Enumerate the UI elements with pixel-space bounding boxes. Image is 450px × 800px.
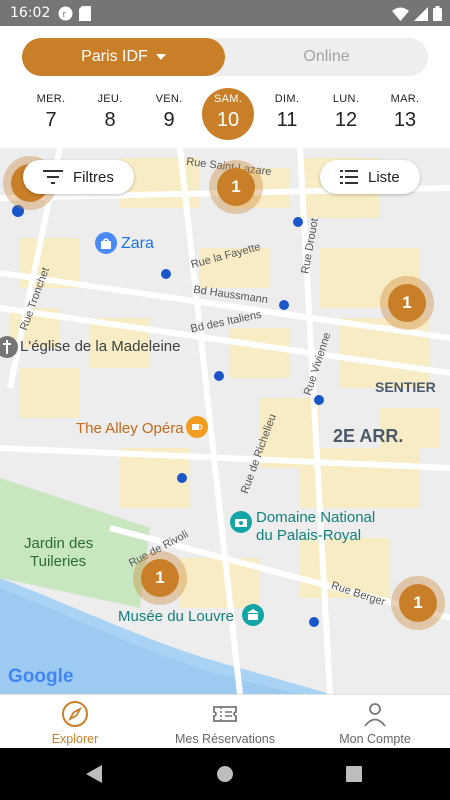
area-sentier: SENTIER: [375, 379, 436, 395]
place-louvre[interactable]: Musée du Louvre: [118, 608, 234, 625]
cluster-count: 1: [141, 559, 179, 597]
nav-explorer[interactable]: Explorer: [0, 695, 150, 749]
place-tuileries-line2[interactable]: Tuileries: [30, 553, 86, 570]
museum-icon[interactable]: [242, 604, 264, 626]
day-date: 11: [276, 109, 298, 131]
header: Paris IDF Online MER. 7 JEU. 8 VEN. 9 SAM. 1…: [0, 26, 450, 148]
day-weekday: MER.: [36, 93, 66, 105]
filter-icon: [43, 170, 63, 184]
filters-label: Filtres: [73, 168, 114, 186]
nav-account[interactable]: Mon Compte: [300, 695, 450, 749]
day-mon[interactable]: LUN. 12: [320, 88, 372, 140]
home-icon[interactable]: [216, 765, 234, 783]
app-notification-icon: r: [58, 6, 73, 21]
nav-label: Mes Réservations: [174, 732, 276, 746]
back-icon[interactable]: [86, 765, 102, 783]
nav-label: Explorer: [51, 732, 99, 746]
list-button[interactable]: Liste: [320, 160, 420, 194]
day-date: 13: [393, 109, 417, 131]
region-paris-label: Paris IDF: [81, 48, 148, 65]
day-date: 9: [163, 109, 175, 131]
event-cluster-marker[interactable]: 1: [133, 551, 187, 605]
day-date: 8: [104, 109, 116, 131]
day-weekday: MAR.: [390, 93, 420, 105]
cluster-count: 1: [217, 168, 255, 206]
place-tuileries-line1[interactable]: Jardin des: [24, 535, 93, 552]
date-selector: MER. 7 JEU. 8 VEN. 9 SAM. 10 DIM. 11 LUN. 12 M…: [22, 88, 428, 144]
place-alley-opera[interactable]: The Alley Opéra: [76, 420, 184, 437]
bottom-navigation: Explorer Mes Réservations Mon Compte: [0, 694, 450, 749]
region-paris-button[interactable]: Paris IDF: [22, 38, 225, 76]
battery-icon: [433, 6, 442, 21]
day-weekday: SAM.: [213, 93, 243, 105]
day-tue[interactable]: MAR. 13: [379, 88, 431, 140]
status-time: 16:02: [10, 5, 51, 21]
day-fri[interactable]: VEN. 9: [143, 88, 195, 140]
place-zara[interactable]: Zara: [121, 235, 154, 253]
list-icon: [340, 170, 358, 184]
cluster-count: 1: [388, 284, 426, 322]
map-view[interactable]: Rue Saint-Lazare Rue la Fayette Bd Hauss…: [0, 148, 450, 694]
recents-icon[interactable]: [346, 766, 362, 782]
status-bar: 16:02 r: [0, 0, 450, 26]
filters-button[interactable]: Filtres: [23, 160, 134, 194]
sd-card-icon: [79, 6, 91, 21]
signal-icon: [414, 6, 428, 21]
event-cluster-marker[interactable]: 1: [209, 160, 263, 214]
day-thu[interactable]: JEU. 8: [84, 88, 136, 140]
svg-text:r: r: [63, 10, 67, 20]
event-cluster-marker[interactable]: 1: [380, 276, 434, 330]
wifi-icon: [392, 7, 409, 21]
day-date: 7: [45, 109, 57, 131]
day-date: 12: [334, 109, 358, 131]
place-palais-royal-line2[interactable]: du Palais-Royal: [256, 527, 361, 544]
region-online-button[interactable]: Online: [225, 38, 428, 76]
nav-label: Mon Compte: [339, 732, 411, 746]
shopping-bag-icon[interactable]: [95, 232, 117, 254]
area-2e-arr: 2E ARR.: [333, 426, 404, 446]
google-logo: Google: [8, 666, 74, 687]
region-toggle: Paris IDF Online: [22, 38, 428, 76]
place-palais-royal-line1[interactable]: Domaine National: [256, 509, 375, 526]
person-icon: [364, 703, 386, 727]
day-sat-selected[interactable]: SAM. 10: [202, 88, 254, 140]
dropdown-caret-icon: [155, 54, 166, 60]
day-weekday: DIM.: [274, 93, 300, 105]
system-navigation-bar: [0, 748, 450, 800]
cafe-icon[interactable]: [186, 416, 208, 438]
camera-icon[interactable]: [230, 511, 252, 533]
day-weekday: VEN.: [155, 93, 183, 105]
compass-icon: [62, 701, 88, 727]
ticket-icon: [213, 706, 237, 722]
cluster-count: 1: [399, 584, 437, 622]
day-weekday: LUN.: [332, 93, 360, 105]
event-cluster-marker[interactable]: 1: [391, 576, 445, 630]
place-madeleine[interactable]: L'église de la Madeleine: [20, 338, 180, 355]
day-wed[interactable]: MER. 7: [25, 88, 77, 140]
day-sun[interactable]: DIM. 11: [261, 88, 313, 140]
day-date: 10: [216, 109, 240, 131]
nav-reservations[interactable]: Mes Réservations: [150, 695, 300, 749]
day-weekday: JEU.: [97, 93, 123, 105]
list-label: Liste: [368, 168, 400, 186]
